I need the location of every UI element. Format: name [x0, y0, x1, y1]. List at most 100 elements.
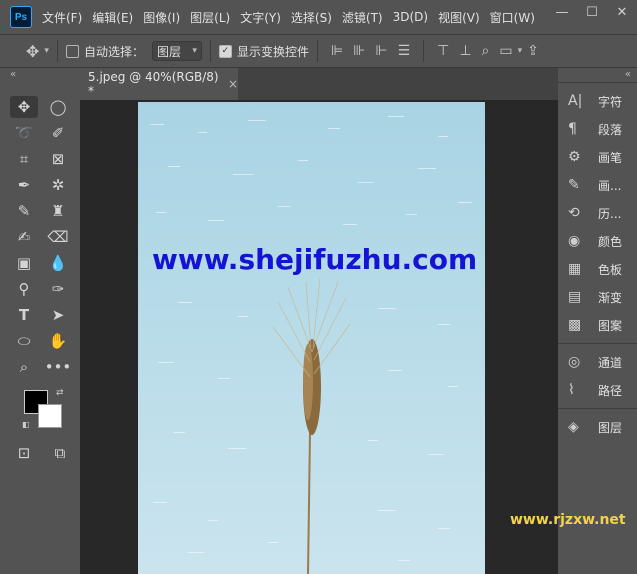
divider: [56, 40, 58, 62]
quick-mask-icon[interactable]: ⊡: [10, 442, 38, 464]
maximize-button[interactable]: ☐: [577, 0, 607, 24]
align-middle-icon[interactable]: ⊥: [459, 43, 471, 59]
marquee-tool-icon[interactable]: ◯: [44, 96, 72, 118]
panel-item-brushes[interactable]: ✎ 画...: [558, 171, 637, 199]
menu-filter[interactable]: 滤镜(T): [342, 9, 383, 26]
default-colors-icon[interactable]: ◧: [22, 420, 30, 429]
hand-tool-icon[interactable]: ✋: [44, 330, 72, 352]
divider: [209, 40, 211, 62]
path-select-tool-icon[interactable]: ➤: [44, 304, 72, 326]
panel-item-color[interactable]: ◉ 颜色: [558, 227, 637, 255]
menu-type[interactable]: 文字(Y): [240, 9, 281, 26]
menu-edit[interactable]: 编辑(E): [92, 9, 133, 26]
panel-item-history[interactable]: ⟲ 历...: [558, 199, 637, 227]
watermark-text: www.shejifuzhu.com: [152, 243, 478, 276]
more-tools-icon[interactable]: •••: [44, 356, 72, 378]
menu-bar: Ps 文件(F) 编辑(E) 图像(I) 图层(L) 文字(Y) 选择(S) 滤…: [0, 0, 637, 34]
document-tab[interactable]: 5.jpeg @ 40%(RGB/8) * ×: [80, 68, 238, 100]
close-window-button[interactable]: ✕: [607, 0, 637, 24]
panel-label: 路径: [598, 383, 623, 398]
panel-label: 渐变: [598, 290, 623, 305]
panel-item-channels[interactable]: ◎ 通道: [558, 348, 637, 376]
zoom-tool-icon[interactable]: ⌕: [10, 356, 38, 378]
panel-group-2: ◎ 通道 ⌇ 路径: [558, 343, 637, 408]
menu-view[interactable]: 视图(V): [438, 9, 480, 26]
panel-label: 色板: [598, 262, 623, 277]
distribute-icon[interactable]: ☰: [398, 43, 411, 59]
menu-window[interactable]: 窗口(W): [490, 9, 535, 26]
crop-tool-icon[interactable]: ⌗: [10, 148, 38, 170]
document-tab-title: 5.jpeg @ 40%(RGB/8) *: [88, 70, 219, 98]
photoshop-logo-icon: Ps: [10, 6, 32, 28]
auto-select-target-dropdown[interactable]: 图层 ▾: [151, 41, 202, 61]
auto-select-checkbox[interactable]: [65, 44, 79, 58]
panel-item-paragraph[interactable]: ¶ 段落: [558, 115, 637, 143]
menu-image[interactable]: 图像(I): [143, 9, 180, 26]
panel-label: 画笔: [598, 150, 623, 165]
workspace-icon[interactable]: ▭: [499, 43, 512, 59]
panel-item-character[interactable]: A| 字符: [558, 87, 637, 115]
move-tool-icon[interactable]: ✥: [10, 96, 38, 118]
align-right-icon[interactable]: ⊩: [375, 43, 387, 59]
panel-label: 通道: [598, 355, 623, 370]
panel-item-patterns[interactable]: ▩ 图案: [558, 311, 637, 339]
menu-3d[interactable]: 3D(D): [393, 10, 428, 24]
tool-grid: ✥ ◯ ➰ ✐ ⌗ ⊠ ✒ ✲ ✎ ♜ ✍ ⌫ ▣ 💧 ⚲ ✑ T ➤ ⬭ ✋ …: [0, 82, 80, 378]
search-icon[interactable]: ⌕: [482, 43, 490, 59]
ellipse-tool-icon[interactable]: ⬭: [10, 330, 38, 352]
frame-tool-icon[interactable]: ⊠: [44, 148, 72, 170]
panel-item-gradients[interactable]: ▤ 渐变: [558, 283, 637, 311]
type-tool-icon[interactable]: T: [10, 304, 38, 326]
gradient-tool-icon[interactable]: ▣: [10, 252, 38, 274]
menu-layer[interactable]: 图层(L): [190, 9, 230, 26]
history-brush-tool-icon[interactable]: ✍: [10, 226, 38, 248]
collapse-icon[interactable]: «: [558, 68, 637, 82]
panel-label: 段落: [598, 122, 623, 137]
canvas-image[interactable]: www.shejifuzhu.com: [138, 102, 485, 574]
color-swatches: ⇄ ◧: [22, 388, 66, 432]
auto-select-label: 自动选择：: [83, 44, 144, 59]
move-tool-preset-icon[interactable]: ✥: [26, 42, 39, 61]
panel-label: 历...: [598, 206, 622, 221]
background-color-swatch[interactable]: [38, 404, 62, 428]
align-top-icon[interactable]: ⊤: [437, 43, 449, 59]
swap-colors-icon[interactable]: ⇄: [56, 388, 64, 398]
brush-settings-icon: ⚙: [568, 149, 581, 165]
align-center-icon[interactable]: ⊪: [353, 43, 365, 59]
close-icon[interactable]: ×: [228, 77, 238, 91]
panel-item-swatches[interactable]: ▦ 色板: [558, 255, 637, 283]
panel-dock: « A| 字符 ¶ 段落 ⚙ 画笔 ✎ 画... ⟲ 历... ◉ 颜色 ▦ 色板 ▤ 渐变 ▩…: [558, 68, 637, 574]
quick-select-tool-icon[interactable]: ✐: [44, 122, 72, 144]
screen-mode-icon[interactable]: ⧉: [46, 442, 74, 464]
show-transform-checkbox[interactable]: ✓: [218, 44, 232, 58]
panel-item-brush-settings[interactable]: ⚙ 画笔: [558, 143, 637, 171]
wheat-stalk: [272, 277, 351, 574]
panel-item-layers[interactable]: ◈ 图层: [558, 413, 637, 441]
dodge-tool-icon[interactable]: ⚲: [10, 278, 38, 300]
panel-item-paths[interactable]: ⌇ 路径: [558, 376, 637, 404]
swatches-icon: ▦: [568, 261, 582, 277]
wheat-photo: [150, 116, 472, 574]
lasso-tool-icon[interactable]: ➰: [10, 122, 38, 144]
menu-file[interactable]: 文件(F): [42, 9, 82, 26]
eyedropper-tool-icon[interactable]: ✒: [10, 174, 38, 196]
eraser-tool-icon[interactable]: ⌫: [44, 226, 72, 248]
spot-healing-tool-icon[interactable]: ✲: [44, 174, 72, 196]
brush-tool-icon[interactable]: ✎: [10, 200, 38, 222]
collapse-icon[interactable]: «: [0, 68, 80, 82]
site-watermark: www.rjzxw.net: [510, 512, 626, 528]
mode-buttons: ⊡ ⧉: [10, 442, 74, 464]
minimize-button[interactable]: —: [547, 0, 577, 24]
align-left-icon[interactable]: ⊫: [331, 43, 343, 59]
pen-tool-icon[interactable]: ✑: [44, 278, 72, 300]
clone-stamp-tool-icon[interactable]: ♜: [44, 200, 72, 222]
share-icon[interactable]: ⇪: [527, 43, 539, 59]
menu-select[interactable]: 选择(S): [291, 9, 332, 26]
blur-tool-icon[interactable]: 💧: [44, 252, 72, 274]
layers-icon: ◈: [568, 419, 579, 435]
panel-label: 画...: [598, 178, 622, 193]
panel-label: 图层: [598, 420, 623, 435]
panel-label: 字符: [598, 94, 623, 109]
chevron-down-icon[interactable]: ▾: [44, 46, 49, 56]
chevron-down-icon[interactable]: ▾: [518, 46, 523, 56]
